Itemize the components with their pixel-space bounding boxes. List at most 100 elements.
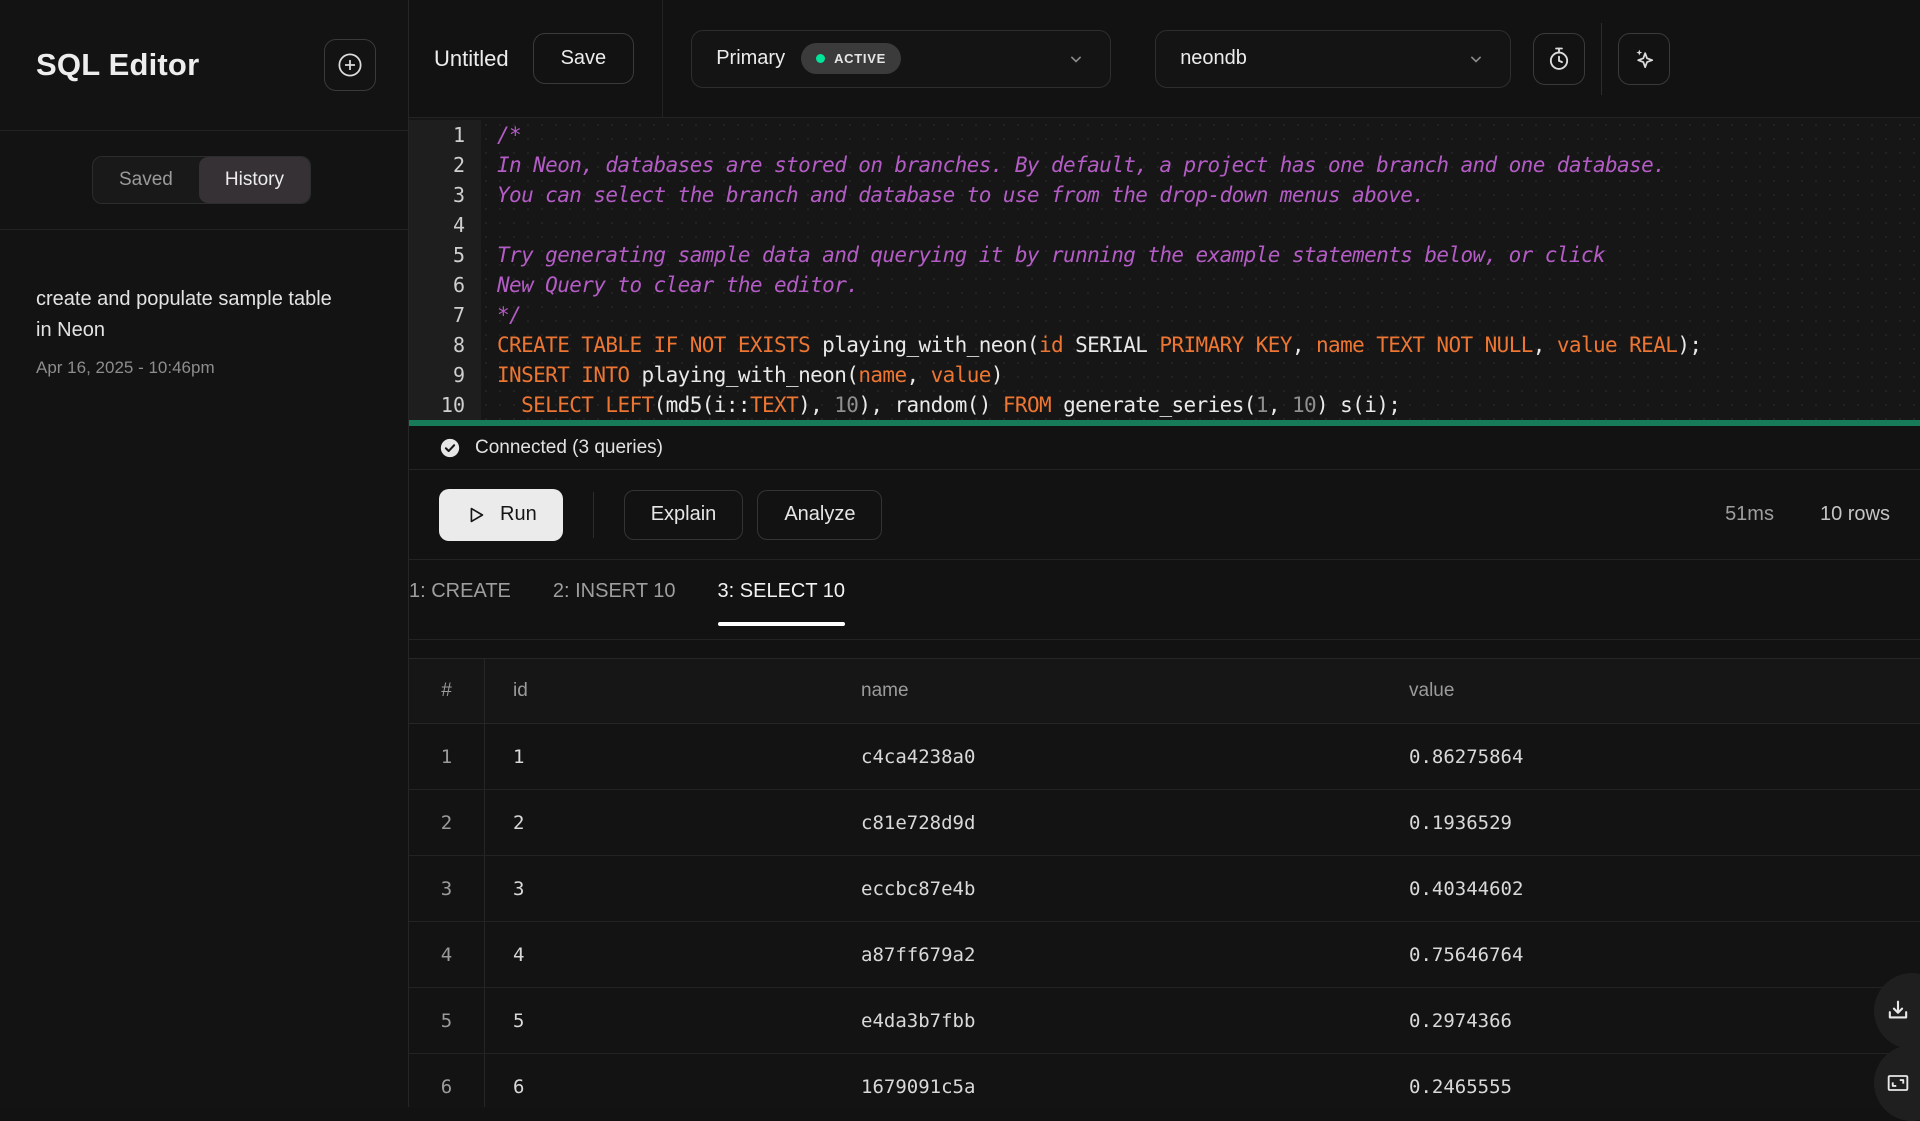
result-tab-3[interactable]: 3: SELECT 10 (697, 560, 866, 639)
database-name: neondb (1180, 47, 1247, 70)
line-number: 9 (409, 360, 481, 390)
id-cell: 5 (485, 1010, 833, 1032)
new-query-button[interactable] (324, 39, 376, 91)
code-token: SELECT LEFT (521, 393, 653, 417)
code-text: CREATE TABLE IF NOT EXISTS playing_with_… (481, 333, 1701, 357)
connection-status-text: Connected (3 queries) (475, 437, 663, 459)
code-token: INSERT INTO (497, 363, 629, 387)
id-cell: 2 (485, 812, 833, 834)
history-item-title: create and populate sample table in Neon (36, 284, 336, 346)
column-header-name: name (833, 680, 1381, 702)
page-title: SQL Editor (36, 47, 199, 83)
code-token (1617, 333, 1629, 357)
query-name: Untitled (434, 46, 509, 72)
save-button[interactable]: Save (533, 33, 635, 84)
code-token: You can select the branch and database t… (497, 183, 1424, 207)
code-token: 1 (1256, 393, 1268, 417)
code-token: , (907, 363, 931, 387)
result-tab-1[interactable]: 1: CREATE (409, 560, 532, 639)
sidebar-header: SQL Editor (0, 0, 408, 131)
line-number: 10 (409, 390, 481, 420)
value-cell: 0.75646764 (1381, 944, 1920, 966)
code-text: New Query to clear the editor. (481, 273, 858, 297)
check-circle-icon (439, 437, 461, 459)
history-list: create and populate sample table in Neon… (0, 230, 408, 432)
name-cell: c81e728d9d (833, 812, 1381, 834)
code-token: ) s(i); (1316, 393, 1400, 417)
code-text: INSERT INTO playing_with_neon(name, valu… (481, 363, 1003, 387)
run-button[interactable]: Run (439, 489, 563, 541)
query-row-count: 10 rows (1820, 503, 1890, 526)
result-tab-label: 3: SELECT 10 (718, 580, 845, 603)
code-token: , (1533, 333, 1557, 357)
code-token: 10 (1292, 393, 1316, 417)
code-token: Try generating sample data and querying … (497, 243, 1605, 267)
branch-dropdown[interactable]: Primary ACTIVE (691, 30, 1111, 88)
code-token: PRIMARY KEY (1159, 333, 1291, 357)
sql-editor-app: SQL Editor Saved History create and popu… (0, 0, 1920, 1107)
code-line: 2In Neon, databases are stored on branch… (409, 150, 1920, 180)
table-row: 33eccbc87e4b0.40344602 (409, 856, 1920, 922)
result-tabs: 1: CREATE 2: INSERT 10 3: SELECT 10 (409, 559, 1920, 640)
code-token: SERIAL (1063, 333, 1159, 357)
line-number: 7 (409, 300, 481, 330)
code-line: 3You can select the branch and database … (409, 180, 1920, 210)
tab-saved[interactable]: Saved (93, 157, 199, 203)
query-history-timer-button[interactable] (1533, 33, 1585, 85)
branch-status-badge: ACTIVE (801, 43, 901, 74)
code-token: In Neon, databases are stored on branche… (497, 153, 1665, 177)
code-token: New Query to clear the editor. (497, 273, 858, 297)
code-token: ); (1677, 333, 1701, 357)
explain-button[interactable]: Explain (624, 490, 744, 540)
result-tab-label: 2: INSERT 10 (553, 580, 676, 603)
history-item[interactable]: create and populate sample table in Neon… (36, 284, 372, 378)
table-row: 11c4ca4238a00.86275864 (409, 724, 1920, 790)
code-token: name (1316, 333, 1364, 357)
branch-name: Primary (716, 47, 785, 70)
code-token: value (1557, 333, 1617, 357)
result-tab-label: 1: CREATE (409, 580, 511, 603)
code-token (1364, 333, 1376, 357)
history-item-date: Apr 16, 2025 - 10:46pm (36, 358, 372, 378)
active-status-dot (816, 54, 825, 63)
row-number-cell: 6 (409, 1054, 485, 1107)
code-token: , (1268, 393, 1292, 417)
code-token: generate_series( (1051, 393, 1256, 417)
line-number: 4 (409, 210, 481, 240)
code-line: 5Try generating sample data and querying… (409, 240, 1920, 270)
code-token: FROM (1003, 393, 1051, 417)
id-cell: 6 (485, 1076, 833, 1098)
row-number-cell: 5 (409, 988, 485, 1053)
code-token: playing_with_neon( (629, 363, 858, 387)
sql-code-editor[interactable]: 1/*2In Neon, databases are stored on bra… (409, 118, 1920, 420)
column-header-row-number: # (409, 659, 485, 723)
value-cell: 0.40344602 (1381, 878, 1920, 900)
value-cell: 0.1936529 (1381, 812, 1920, 834)
tab-history[interactable]: History (199, 157, 310, 203)
code-token: TEXT (750, 393, 798, 417)
stopwatch-icon (1545, 45, 1573, 73)
result-tab-2[interactable]: 2: INSERT 10 (532, 560, 697, 639)
results-panel: #idnamevalue 11c4ca4238a00.8627586422c81… (409, 640, 1920, 1107)
topbar-divider (662, 0, 663, 117)
play-icon (465, 504, 487, 526)
table-row: 22c81e728d9d0.1936529 (409, 790, 1920, 856)
analyze-button[interactable]: Analyze (757, 490, 882, 540)
value-cell: 0.2465555 (1381, 1076, 1920, 1098)
query-stats: 51ms 10 rows (1725, 503, 1890, 526)
name-cell: a87ff679a2 (833, 944, 1381, 966)
download-icon (1884, 997, 1912, 1025)
main-panel: Untitled Save Primary ACTIVE neondb (409, 0, 1920, 1107)
code-token: , (1292, 333, 1316, 357)
actions-divider (593, 492, 594, 538)
ai-assist-button[interactable] (1618, 33, 1670, 85)
name-cell: e4da3b7fbb (833, 1010, 1381, 1032)
table-row: 661679091c5a0.2465555 (409, 1054, 1920, 1107)
active-status-label: ACTIVE (834, 51, 886, 66)
code-token: CREATE TABLE IF NOT EXISTS (497, 333, 810, 357)
code-text: You can select the branch and database t… (481, 183, 1424, 207)
actions-row: Run Explain Analyze 51ms 10 rows (409, 470, 1920, 559)
line-number: 6 (409, 270, 481, 300)
database-dropdown[interactable]: neondb (1155, 30, 1511, 88)
code-line: 7*/ (409, 300, 1920, 330)
